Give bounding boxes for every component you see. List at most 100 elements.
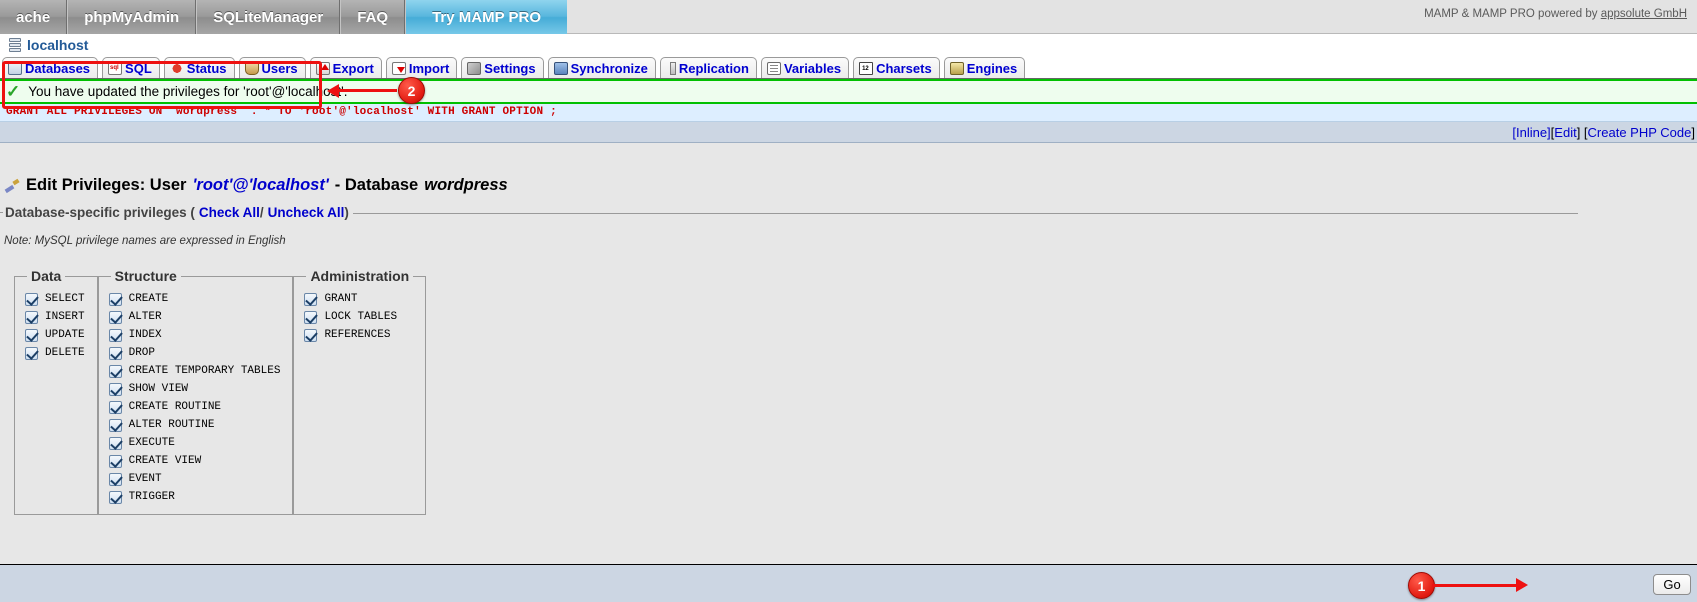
privilege-label: DROP: [128, 347, 156, 359]
mamp-tab-faq[interactable]: FAQ: [340, 0, 406, 34]
checkbox-alter[interactable]: [108, 310, 122, 324]
checkbox-update[interactable]: [25, 328, 38, 342]
nav-tab-replication[interactable]: Replication: [659, 57, 757, 78]
privilege-row-alter-routine[interactable]: ALTER ROUTINE: [108, 416, 281, 434]
main-content: Edit Privileges: User 'root'@'localhost'…: [0, 150, 1697, 564]
checkbox-select[interactable]: [25, 292, 38, 306]
privilege-names-note: Note: MySQL privilege names are expresse…: [4, 235, 286, 247]
privilege-row-grant[interactable]: GRANT: [304, 290, 413, 308]
legend-separator: /: [259, 205, 264, 220]
privilege-label: EVENT: [128, 473, 162, 485]
privilege-row-event[interactable]: EVENT: [108, 470, 281, 488]
checkbox-alter-routine[interactable]: [108, 418, 122, 432]
nav-tab-label: Import: [408, 60, 450, 76]
nav-tab-settings[interactable]: Settings: [461, 57, 544, 78]
edit-link[interactable]: Edit: [1554, 125, 1576, 140]
uncheck-all-link[interactable]: Uncheck All: [268, 205, 345, 220]
privilege-row-drop[interactable]: DROP: [108, 344, 281, 362]
server-name[interactable]: localhost: [27, 37, 88, 53]
server-icon: [8, 38, 23, 52]
privilege-row-create[interactable]: CREATE: [108, 290, 281, 308]
create-php-code-link[interactable]: Create PHP Code: [1588, 125, 1692, 140]
nav-tab-users[interactable]: Users: [238, 57, 306, 78]
checkbox-lock-tables[interactable]: [304, 310, 318, 324]
nav-tab-label: SQL: [125, 60, 152, 76]
checkbox-create-temporary-tables[interactable]: [108, 364, 122, 378]
privilege-label: CREATE: [128, 293, 169, 305]
checkbox-trigger[interactable]: [108, 490, 122, 504]
success-message-box: ✓ You have updated the privileges for 'r…: [0, 79, 1697, 104]
privilege-row-references[interactable]: REFERENCES: [304, 326, 413, 344]
variables-icon: [766, 61, 781, 75]
privilege-row-create-view[interactable]: CREATE VIEW: [108, 452, 281, 470]
privilege-label: TRIGGER: [128, 491, 175, 503]
privilege-row-create-temporary-tables[interactable]: CREATE TEMPORARY TABLES: [108, 362, 281, 380]
edit-privileges-icon: [4, 178, 20, 193]
nav-tab-label: Engines: [966, 60, 1018, 76]
privilege-row-insert[interactable]: INSERT: [25, 308, 85, 326]
nav-tab-import[interactable]: Import: [385, 57, 458, 78]
nav-tab-label: Status: [186, 60, 227, 76]
nav-tab-status[interactable]: Status: [163, 57, 235, 78]
check-all-link[interactable]: Check All: [199, 205, 260, 220]
mamp-tab-phpmyadmin[interactable]: phpMyAdmin: [67, 0, 197, 34]
checkbox-event[interactable]: [108, 472, 122, 486]
page-title-mid: - Database: [334, 176, 419, 194]
checkbox-create[interactable]: [108, 292, 122, 306]
main-nav-tabs: Databases SQL Status Users Export Import…: [0, 56, 1697, 79]
import-icon: [391, 61, 406, 75]
mamp-tab-apache[interactable]: ache: [0, 0, 68, 34]
privileges-legend-text: Database-specific privileges (: [5, 205, 195, 220]
privilege-row-trigger[interactable]: TRIGGER: [108, 488, 281, 506]
sql-icon: [108, 61, 123, 75]
status-icon: [169, 61, 184, 75]
privilege-label: ALTER ROUTINE: [128, 419, 215, 431]
nav-tab-label: Charsets: [876, 60, 932, 76]
mamp-tab-try-mamp-pro[interactable]: Try MAMP PRO: [405, 0, 567, 34]
nav-tab-synchronize[interactable]: Synchronize: [547, 57, 656, 78]
form-footer: Go: [0, 564, 1697, 602]
nav-tab-variables[interactable]: Variables: [760, 57, 850, 78]
page-title-database: wordpress: [424, 176, 508, 194]
privilege-row-create-routine[interactable]: CREATE ROUTINE: [108, 398, 281, 416]
nav-tab-databases[interactable]: Databases: [2, 57, 99, 78]
privilege-group-administration: Administration GRANT LOCK TABLES REFEREN…: [293, 268, 427, 515]
mamp-tab-sqlitemanager[interactable]: SQLiteManager: [196, 0, 341, 34]
go-button[interactable]: Go: [1653, 574, 1691, 595]
annotation-line-2: [339, 89, 397, 92]
checkbox-insert[interactable]: [25, 310, 38, 324]
nav-tab-export[interactable]: Export: [309, 57, 382, 78]
privilege-row-show-view[interactable]: SHOW VIEW: [108, 380, 281, 398]
group-legend-administration: Administration: [310, 268, 410, 284]
privilege-row-delete[interactable]: DELETE: [25, 344, 85, 362]
mamp-tab-label: ache: [16, 8, 51, 26]
privilege-row-alter[interactable]: ALTER: [108, 308, 281, 326]
checkbox-grant[interactable]: [304, 292, 318, 306]
checkbox-show-view[interactable]: [108, 382, 122, 396]
query-result-block: ✓ You have updated the privileges for 'r…: [0, 79, 1697, 143]
privilege-row-lock-tables[interactable]: LOCK TABLES: [304, 308, 413, 326]
nav-tab-sql[interactable]: SQL: [102, 57, 160, 78]
privilege-label: CREATE VIEW: [128, 455, 202, 467]
privilege-row-index[interactable]: INDEX: [108, 326, 281, 344]
privileges-legend-row: Database-specific privileges ( Check All…: [0, 205, 1578, 220]
checkbox-index[interactable]: [108, 328, 122, 342]
privilege-group-structure: Structure CREATE ALTER INDEX DROP CREATE…: [97, 268, 294, 515]
privilege-row-update[interactable]: UPDATE: [25, 326, 85, 344]
checkbox-execute[interactable]: [108, 436, 122, 450]
nav-tab-charsets[interactable]: Charsets: [853, 57, 940, 78]
privilege-row-select[interactable]: SELECT: [25, 290, 85, 308]
privilege-label: CREATE TEMPORARY TABLES: [128, 365, 281, 377]
nav-tab-label: Export: [332, 60, 374, 76]
inline-link[interactable]: [Inline]: [1512, 125, 1550, 140]
checkbox-references[interactable]: [304, 328, 318, 342]
nav-tab-engines[interactable]: Engines: [943, 57, 1026, 78]
checkbox-drop[interactable]: [108, 346, 122, 360]
checkbox-create-routine[interactable]: [108, 400, 122, 414]
checkbox-create-view[interactable]: [108, 454, 122, 468]
appsolute-link[interactable]: appsolute GmbH: [1601, 8, 1687, 20]
privilege-row-execute[interactable]: EXECUTE: [108, 434, 281, 452]
nav-tab-label: Databases: [25, 60, 91, 76]
nav-tab-label: Variables: [783, 60, 842, 76]
checkbox-delete[interactable]: [25, 346, 38, 360]
